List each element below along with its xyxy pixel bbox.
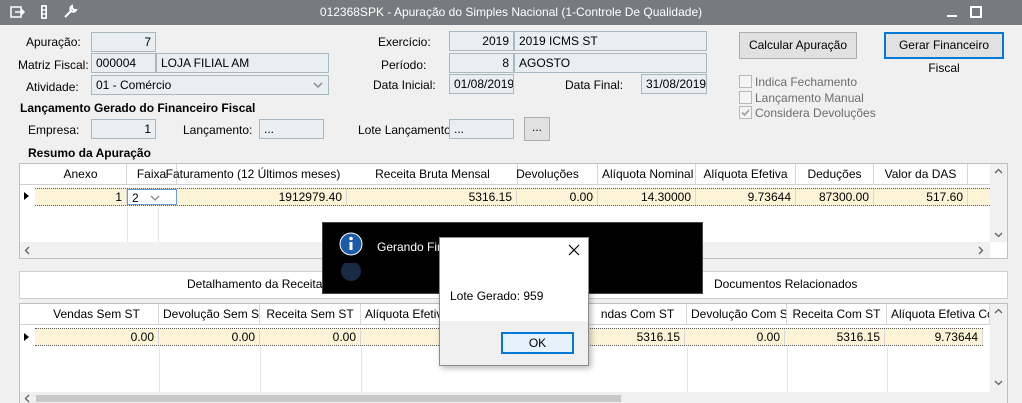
hscroll-thumb[interactable] <box>36 395 621 402</box>
atividade-label: Atividade: <box>26 80 79 94</box>
matriz-code-field[interactable]: 000004 <box>91 53 156 73</box>
data-final-field[interactable]: 31/08/2019 <box>641 74 707 94</box>
cell-devolucao-sem-st[interactable]: 0.00 <box>159 329 260 345</box>
matriz-name-field[interactable]: LOJA FILIAL AM <box>156 53 329 73</box>
ok-button[interactable]: OK <box>501 332 574 354</box>
cell-vendas-com-st[interactable]: 5316.15 <box>587 329 685 345</box>
cell-devolucao-com-st[interactable]: 0.00 <box>685 329 785 345</box>
considera-devolucoes-label: Considera Devoluções <box>755 106 876 120</box>
apuracao-field[interactable]: 7 <box>91 32 156 52</box>
tab-documentos[interactable]: Documentos Relacionados <box>714 277 857 291</box>
row-indicator-icon <box>24 333 29 341</box>
info-icon <box>339 232 363 256</box>
cell-deducoes[interactable]: 87300.00 <box>796 189 874 205</box>
scroll-right-icon[interactable] <box>978 246 984 255</box>
minimize-icon[interactable] <box>944 4 960 20</box>
atividade-select[interactable]: 01 - Comércio <box>91 75 329 95</box>
col-aliquota-efetiva[interactable]: Alíquota Efetiva <box>696 164 796 184</box>
cell-receita-com-st[interactable]: 5316.15 <box>785 329 885 345</box>
checkmark-icon <box>741 109 750 117</box>
col-devolucao-com-st[interactable]: Devolução Com ST <box>687 304 787 324</box>
scroll-up-icon[interactable] <box>994 308 1003 314</box>
close-icon[interactable] <box>568 244 580 256</box>
window-title-bar: 012368SPK - Apuração do Simples Nacional… <box>0 0 1022 25</box>
scroll-up-icon[interactable] <box>994 168 1003 174</box>
col-faturamento[interactable]: Faturamento (12 Últimos meses) <box>158 164 348 184</box>
cell-aliquota-efetiva-com-st[interactable]: 9.73644 <box>885 329 983 345</box>
atividade-value: 01 - Comércio <box>96 78 172 92</box>
scroll-left-icon[interactable] <box>24 246 30 255</box>
cell-aliquota-efetiva[interactable]: 9.73644 <box>696 189 796 205</box>
chevron-down-icon[interactable] <box>311 79 325 91</box>
indica-fechamento-checkbox[interactable] <box>739 75 752 88</box>
empresa-label: Empresa: <box>28 123 80 137</box>
col-anexo[interactable]: Anexo <box>35 164 127 184</box>
indica-fechamento-label: Indica Fechamento <box>755 75 858 89</box>
apuracao-label: Apuração: <box>26 35 81 49</box>
resumo-row[interactable]: 1 2 1912979.40 5316.15 0.00 14.30000 9.7… <box>35 188 990 206</box>
col-receita-com-st[interactable]: Receita Com ST <box>787 304 887 324</box>
lote-lancamento-label: Lote Lançamento: <box>358 123 455 137</box>
resumo-header-row: Anexo Faixa Faturamento (12 Últimos mese… <box>20 164 990 185</box>
cell-receita-bruta[interactable]: 5316.15 <box>347 189 517 205</box>
data-inicial-field[interactable]: 01/08/2019 <box>449 74 514 94</box>
col-receita-bruta[interactable]: Receita Bruta Mensal <box>348 164 518 184</box>
exercicio-year-field[interactable]: 2019 <box>449 31 514 51</box>
lancamento-section-title: Lançamento Gerado do Financeiro Fiscal <box>20 101 256 115</box>
message-text: Lote Gerado: 959 <box>450 289 544 303</box>
lancamento-manual-checkbox[interactable] <box>739 91 752 104</box>
detalhe-vscrollbar[interactable] <box>990 304 1007 403</box>
lote-lancamento-field[interactable]: ... <box>449 119 514 139</box>
matriz-fiscal-label: Matriz Fiscal: <box>18 58 89 72</box>
col-aliquota-efetiva-com-st[interactable]: Alíquota Efetiva Com ST <box>887 304 990 324</box>
faixa-value: 2 <box>132 191 139 205</box>
col-deducoes[interactable]: Deduções <box>796 164 874 184</box>
data-final-label: Data Final: <box>565 78 624 92</box>
empresa-field[interactable]: 1 <box>91 119 156 139</box>
periodo-label: Período: <box>381 58 427 72</box>
scroll-down-icon[interactable] <box>994 380 1003 386</box>
window-title: 012368SPK - Apuração do Simples Nacional… <box>319 5 703 19</box>
lancamento-manual-label: Lançamento Manual <box>755 91 864 105</box>
calcular-apuracao-button[interactable]: Calcular Apuração <box>739 32 857 59</box>
resumo-vscrollbar[interactable] <box>990 164 1007 242</box>
maximize-icon[interactable] <box>968 4 984 20</box>
lancamento-field[interactable]: ... <box>259 119 324 139</box>
data-inicial-label: Data Inicial: <box>373 78 436 92</box>
detalhe-hscrollbar[interactable] <box>20 392 990 403</box>
scroll-down-icon[interactable] <box>994 232 1003 238</box>
periodo-name-field[interactable]: AGOSTO <box>514 53 707 73</box>
col-devolucoes[interactable]: Devoluções <box>498 164 598 184</box>
col-devolucao-sem-st[interactable]: Devolução Sem ST <box>159 304 260 324</box>
cell-faturamento[interactable]: 1912979.40 <box>177 189 347 205</box>
cell-vendas-sem-st[interactable]: 0.00 <box>35 329 159 345</box>
gerar-financeiro-button[interactable]: Gerar Financeiro Fiscal <box>884 32 1004 75</box>
lote-lookup-button[interactable]: ... <box>524 117 550 141</box>
message-dialog: Lote Gerado: 959 OK <box>439 237 589 366</box>
cell-devolucoes[interactable]: 0.00 <box>517 189 598 205</box>
cell-valor-das[interactable]: 517.60 <box>874 189 968 205</box>
col-receita-sem-st[interactable]: Receita Sem ST <box>260 304 361 324</box>
col-vendas-sem-st[interactable]: Vendas Sem ST <box>35 304 159 324</box>
exercicio-label: Exercício: <box>378 35 431 49</box>
faixa-chevron-down-icon[interactable] <box>149 193 161 203</box>
scroll-left-icon[interactable] <box>24 394 30 403</box>
col-valor-das[interactable]: Valor da DAS <box>874 164 968 184</box>
resumo-section-title: Resumo da Apuração <box>28 146 151 160</box>
lancamento-label: Lançamento: <box>183 123 253 137</box>
cell-anexo[interactable]: 1 <box>35 189 127 205</box>
exercicio-desc-field[interactable]: 2019 ICMS ST <box>514 31 707 51</box>
row-indicator-icon <box>24 192 29 200</box>
info-icon-reflection <box>341 263 361 281</box>
tab-detalhamento[interactable]: Detalhamento da Receita Br <box>187 277 338 291</box>
cell-aliquota-nominal[interactable]: 14.30000 <box>598 189 696 205</box>
considera-devolucoes-checkbox[interactable] <box>739 106 752 119</box>
col-aliquota-nominal[interactable]: Alíquota Nominal <box>598 164 696 184</box>
cell-receita-sem-st[interactable]: 0.00 <box>260 329 361 345</box>
col-vendas-com-st[interactable]: ndas Com ST <box>589 304 687 324</box>
periodo-num-field[interactable]: 8 <box>449 53 514 73</box>
